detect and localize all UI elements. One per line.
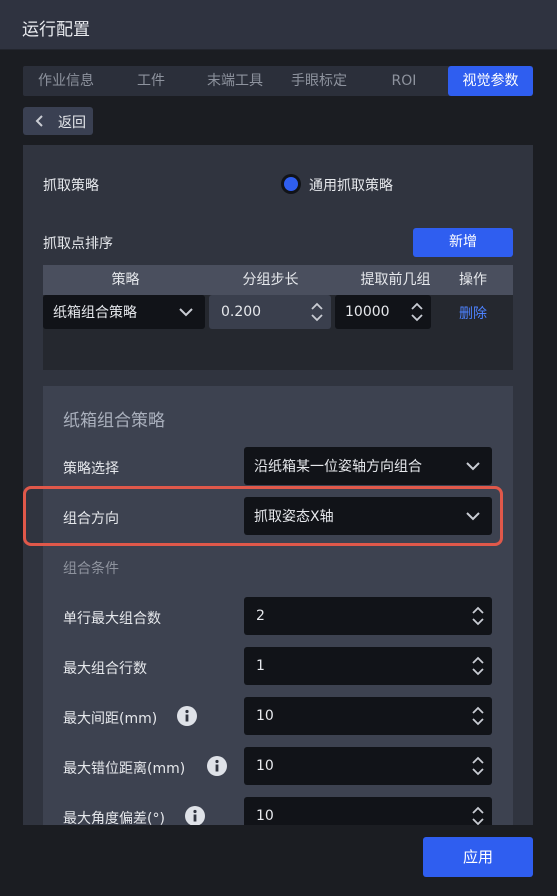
max-per-row-input[interactable]: 2	[244, 597, 492, 635]
strategy-select-value: 沿纸箱某一位姿轴方向组合	[254, 459, 422, 475]
sort-label: 抓取点排序	[43, 236, 113, 252]
table-header: 策略 分组步长 提取前几组 操作	[43, 265, 513, 295]
info-icon[interactable]	[207, 756, 227, 776]
max-rows-value: 1	[256, 658, 265, 674]
direction-select-value: 抓取姿态X轴	[254, 509, 334, 525]
tab-end-tool[interactable]: 末端工具	[193, 66, 277, 96]
strategy-select-label: 策略选择	[63, 461, 119, 477]
row-strategy-select[interactable]: 纸箱组合策略	[43, 295, 205, 329]
window-title: 运行配置	[22, 20, 90, 40]
stepper-icon[interactable]	[472, 755, 484, 777]
max-per-row-label: 单行最大组合数	[63, 611, 161, 627]
max-offset-value: 10	[256, 758, 274, 774]
direction-select[interactable]: 抓取姿态X轴	[244, 497, 492, 535]
tab-hand-eye-calibration[interactable]: 手眼标定	[277, 66, 361, 96]
back-button-label: 返回	[58, 115, 86, 131]
col-header-strategy: 策略	[111, 272, 140, 288]
apply-button[interactable]: 应用	[423, 837, 533, 877]
max-gap-input[interactable]: 10	[244, 697, 492, 735]
info-icon[interactable]	[177, 706, 197, 726]
chevron-left-icon	[35, 115, 43, 127]
add-button[interactable]: 新增	[413, 228, 513, 257]
max-angle-label: 最大角度偏差(°)	[63, 811, 165, 825]
strategy-select[interactable]: 沿纸箱某一位姿轴方向组合	[244, 447, 492, 485]
chevron-down-icon	[466, 512, 480, 521]
tab-label: 手眼标定	[291, 73, 347, 89]
max-angle-input[interactable]: 10	[244, 797, 492, 825]
tab-label: 工件	[137, 73, 165, 89]
stepper-icon[interactable]	[411, 301, 423, 323]
tab-vision-params[interactable]: 视觉参数	[448, 66, 533, 96]
max-offset-label: 最大错位距离(mm)	[63, 761, 186, 777]
tab-label: 视觉参数	[462, 73, 519, 89]
row-first-n-input[interactable]: 10000	[335, 295, 431, 329]
col-header-action: 操作	[459, 272, 487, 288]
delete-link[interactable]: 删除	[448, 303, 498, 323]
general-strategy-radio-label: 通用抓取策略	[309, 178, 393, 194]
row-step-input[interactable]: 0.200	[209, 295, 331, 329]
col-header-step: 分组步长	[242, 272, 299, 288]
chevron-down-icon	[466, 462, 480, 471]
col-header-first-n: 提取前几组	[360, 272, 431, 288]
chevron-down-icon	[179, 308, 193, 317]
tab-job-info[interactable]: 作业信息	[23, 66, 109, 96]
max-rows-label: 最大组合行数	[63, 661, 147, 677]
max-angle-value: 10	[256, 808, 274, 824]
tab-label: ROI	[391, 73, 417, 89]
max-rows-input[interactable]: 1	[244, 647, 492, 685]
stepper-icon[interactable]	[472, 705, 484, 727]
tab-roi[interactable]: ROI	[361, 66, 447, 96]
tab-bar: 作业信息 工件 末端工具 手眼标定 ROI 视觉参数	[23, 66, 533, 96]
sort-table: 策略 分组步长 提取前几组 操作 纸箱组合策略 0.200 10000 删除	[43, 265, 513, 370]
direction-label: 组合方向	[63, 511, 119, 527]
max-gap-value: 10	[256, 708, 274, 724]
stepper-icon[interactable]	[472, 655, 484, 677]
tab-label: 末端工具	[207, 73, 263, 89]
radio-indicator	[281, 174, 301, 194]
tab-label: 作业信息	[38, 73, 94, 89]
tab-workpiece[interactable]: 工件	[109, 66, 193, 96]
carton-strategy-panel: 纸箱组合策略 策略选择 沿纸箱某一位姿轴方向组合 组合方向 抓取姿态X轴 组合条…	[43, 386, 513, 825]
row-first-n-value: 10000	[345, 304, 390, 320]
conditions-title: 组合条件	[63, 561, 119, 577]
info-icon[interactable]	[185, 806, 205, 825]
carton-strategy-title: 纸箱组合策略	[63, 411, 165, 431]
grab-strategy-label: 抓取策略	[43, 178, 99, 194]
stepper-icon[interactable]	[472, 605, 484, 627]
max-per-row-value: 2	[256, 608, 265, 624]
back-button[interactable]: 返回	[23, 107, 93, 135]
row-step-value: 0.200	[221, 304, 262, 320]
title-bar: 运行配置	[0, 0, 557, 50]
max-gap-label: 最大间距(mm)	[63, 711, 158, 727]
stepper-icon[interactable]	[311, 301, 323, 323]
stepper-icon[interactable]	[472, 805, 484, 825]
row-strategy-value: 纸箱组合策略	[53, 305, 137, 321]
max-offset-input[interactable]: 10	[244, 747, 492, 785]
settings-panel: 抓取策略 通用抓取策略 抓取点排序 新增 策略 分组步长 提取前几组 操作 纸箱…	[23, 145, 533, 825]
